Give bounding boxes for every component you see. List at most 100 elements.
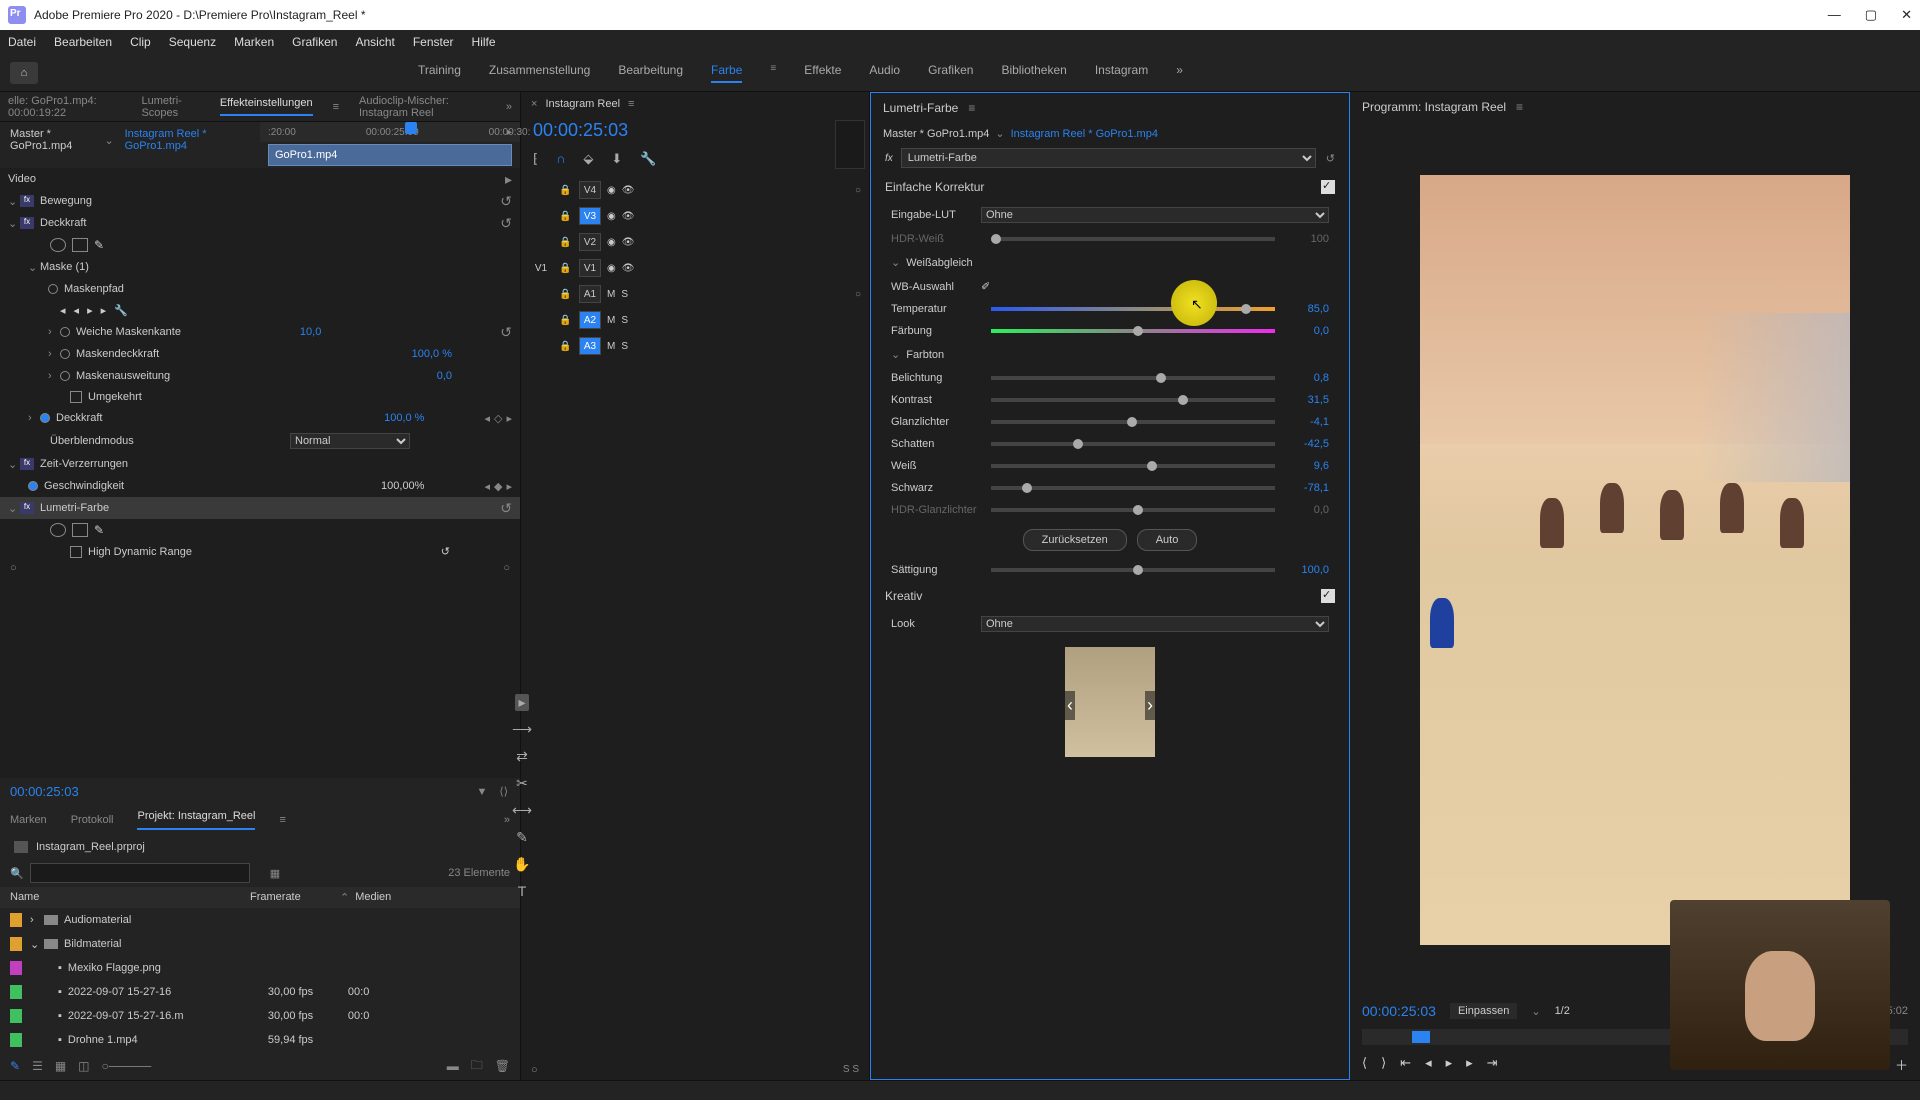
sequence-name[interactable]: Instagram Reel	[545, 98, 620, 110]
track-play-icon[interactable]: ▸	[87, 304, 93, 317]
pen-mask-icon[interactable]: ✎	[94, 523, 110, 537]
chevron-icon[interactable]: ›	[48, 370, 60, 382]
project-search-input[interactable]	[30, 863, 250, 883]
ws-zusammenstellung[interactable]: Zusammenstellung	[489, 63, 590, 83]
keyframe-toggle[interactable]	[60, 327, 70, 337]
eye-icon[interactable]: 👁	[622, 211, 636, 222]
kf-icon[interactable]: ○	[855, 185, 861, 196]
reset-icon[interactable]: ↺	[500, 324, 512, 341]
tab-menu-icon[interactable]: ≡	[333, 101, 339, 113]
reset-button[interactable]: Zurücksetzen	[1023, 529, 1127, 551]
bin-row[interactable]: ›Audiomaterial	[0, 908, 520, 932]
kf-add-icon[interactable]: ◇	[494, 412, 502, 425]
eye-icon[interactable]: 👁	[622, 237, 636, 248]
track-next-icon[interactable]: ▸	[101, 304, 107, 317]
faerbung-slider[interactable]	[991, 329, 1275, 333]
glanz-value[interactable]: -4,1	[1285, 416, 1329, 428]
reset-icon[interactable]: ↺	[500, 193, 512, 210]
track-prev-icon[interactable]: ◂	[74, 304, 80, 317]
track-wrench-icon[interactable]: 🔧	[114, 304, 128, 317]
scroll-knob[interactable]: ○	[531, 1064, 538, 1076]
lock-icon[interactable]: 🔒	[559, 341, 573, 352]
scroll-knob[interactable]: ○	[10, 562, 17, 574]
track-v2[interactable]: V2	[579, 233, 601, 251]
hdr-checkbox[interactable]	[70, 546, 82, 558]
saettigung-value[interactable]: 100,0	[1285, 564, 1329, 576]
pen-mask-icon[interactable]: ✎	[94, 238, 110, 252]
kontrast-value[interactable]: 31,5	[1285, 394, 1329, 406]
gesch-value[interactable]: 100,00%	[381, 480, 424, 492]
chevron-icon[interactable]: ›	[30, 914, 44, 926]
eye-icon[interactable]: 👁	[622, 263, 636, 274]
chevron-icon[interactable]: ⌄	[8, 458, 20, 471]
next-look-icon[interactable]: ›	[1145, 691, 1155, 720]
col-name[interactable]: Name	[10, 891, 250, 904]
settings-wrench-icon[interactable]: 🔧	[640, 151, 656, 167]
scrub-playhead[interactable]	[1412, 1031, 1430, 1043]
scroll-knob[interactable]: ○	[503, 562, 510, 574]
timeline-timecode[interactable]: 00:00:25:03	[521, 116, 831, 145]
chevron-icon[interactable]: ›	[28, 412, 40, 424]
fx-bewegung[interactable]: Bewegung	[40, 195, 92, 207]
mark-in-icon[interactable]: ⟨	[1362, 1055, 1367, 1074]
minimize-button[interactable]: —	[1828, 7, 1841, 23]
menu-clip[interactable]: Clip	[130, 35, 151, 49]
fx-deckkraft[interactable]: Deckkraft	[40, 217, 86, 229]
track-v1[interactable]: V1	[579, 259, 601, 277]
marker-icon[interactable]: ⬙	[583, 151, 593, 167]
chevron-down-icon[interactable]: ⌄	[995, 127, 1004, 140]
fx-badge[interactable]: fx	[20, 502, 34, 514]
tab-projekt[interactable]: Projekt: Instagram_Reel	[137, 810, 255, 830]
ws-effekte[interactable]: Effekte	[804, 63, 841, 83]
chevron-icon[interactable]: ⌄	[30, 938, 44, 951]
chevron-down-icon[interactable]: ⌄	[105, 134, 114, 147]
track-v4[interactable]: V4	[579, 181, 601, 199]
new-bin-icon[interactable]: ▬	[447, 1059, 459, 1073]
funnel-icon[interactable]: ▼	[477, 786, 488, 798]
insert-icon[interactable]: ⬇	[611, 151, 622, 167]
reset-icon[interactable]: ↺	[500, 500, 512, 517]
slip-tool-icon[interactable]: ⟷	[512, 802, 532, 819]
fx-lumetri[interactable]: Lumetri-Farbe	[40, 502, 109, 514]
sequence-link[interactable]: Instagram Reel * GoPro1.mp4	[125, 128, 250, 152]
lock-icon[interactable]: 🔒	[559, 237, 573, 248]
maximize-button[interactable]: ▢	[1865, 7, 1877, 23]
mark-out-icon[interactable]: ⟩	[1381, 1055, 1386, 1074]
program-monitor[interactable]	[1420, 175, 1850, 945]
kf-icon[interactable]: ○	[855, 289, 861, 300]
ellipse-mask-icon[interactable]	[50, 238, 66, 252]
lock-icon[interactable]: 🔒	[559, 315, 573, 326]
chevron-down-icon[interactable]: ⌄	[1531, 1005, 1540, 1018]
ws-bibliotheken[interactable]: Bibliotheken	[1001, 63, 1066, 83]
menu-marken[interactable]: Marken	[234, 35, 274, 49]
program-title[interactable]: Programm: Instagram Reel	[1362, 100, 1506, 114]
farbton-label[interactable]: Farbton	[906, 349, 944, 361]
source-v1[interactable]: V1	[529, 263, 553, 274]
track-v3[interactable]: V3	[579, 207, 601, 225]
mute-button[interactable]: M	[607, 341, 615, 352]
fx-gesch[interactable]: Geschwindigkeit	[44, 480, 124, 492]
belichtung-slider[interactable]	[991, 376, 1275, 380]
icon-view-icon[interactable]: ▦	[55, 1059, 66, 1073]
lock-icon[interactable]: 🔒	[559, 185, 573, 196]
chevron-icon[interactable]: ⌄	[8, 217, 20, 230]
color-label[interactable]	[10, 913, 22, 927]
go-in-icon[interactable]: ⇤	[1400, 1055, 1411, 1074]
fx-clip-bar[interactable]: GoPro1.mp4	[268, 144, 512, 166]
ws-bearbeitung[interactable]: Bearbeitung	[618, 63, 683, 83]
umgekehrt-checkbox[interactable]	[70, 391, 82, 403]
razor-tool-icon[interactable]: ✂	[516, 775, 528, 792]
track-back-icon[interactable]: ◂	[60, 304, 66, 317]
fx-badge[interactable]: fx	[20, 195, 34, 207]
track-a2[interactable]: A2	[579, 311, 601, 329]
keyframe-toggle[interactable]	[48, 284, 58, 294]
close-sequence-icon[interactable]: ×	[531, 98, 537, 110]
pen-tool-icon[interactable]: ✎	[516, 829, 528, 846]
chevron-icon[interactable]: ›	[48, 326, 60, 338]
look-preview-thumb[interactable]: ‹›	[1065, 647, 1155, 757]
tab-menu-icon[interactable]: ≡	[279, 814, 285, 826]
trash-icon[interactable]: 🗑	[495, 1059, 510, 1073]
panel-menu-icon[interactable]: ≡	[1516, 100, 1523, 114]
close-button[interactable]: ✕	[1901, 7, 1912, 23]
bin-row[interactable]: ▪Drohne 1.mp459,94 fps	[0, 1028, 520, 1052]
